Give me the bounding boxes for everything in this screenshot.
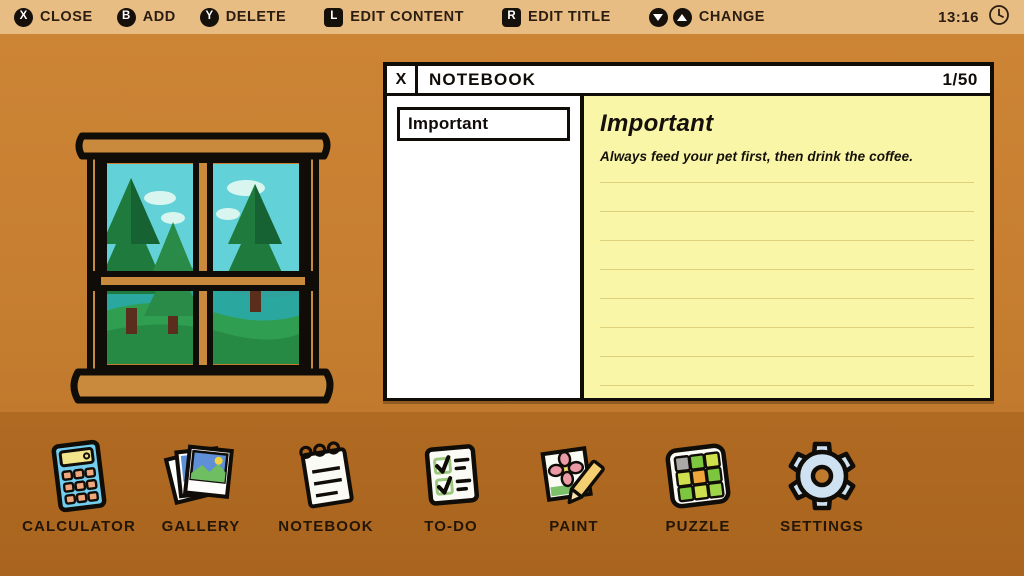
- window-view-illustration: [68, 126, 338, 416]
- ruled-line: [600, 299, 974, 328]
- hud-action-change-label: CHANGE: [698, 9, 766, 25]
- dock-label-todo: TO-DO: [424, 518, 478, 535]
- hud-action-close-label: CLOSE: [40, 9, 93, 25]
- hud-action-edit-title-label: EDIT TITLE: [528, 9, 611, 25]
- dock-item-paint[interactable]: PAINT: [509, 438, 639, 535]
- dock-item-notebook[interactable]: NOTEBOOK: [261, 438, 391, 535]
- dock-label-calculator: CALCULATOR: [22, 518, 136, 535]
- hud-action-add[interactable]: B ADD: [116, 7, 176, 27]
- dock-item-puzzle[interactable]: PUZZLE: [633, 438, 763, 535]
- button-x-icon: X: [14, 7, 33, 27]
- ruled-line: [600, 270, 974, 299]
- ruled-line: [600, 328, 974, 357]
- button-r-icon: R: [502, 7, 522, 27]
- notebook-titlebar: X NOTEBOOK 1/50: [387, 66, 990, 96]
- ruled-line: [600, 183, 974, 212]
- dock-label-notebook: NOTEBOOK: [278, 518, 374, 535]
- hud-action-edit-content-label: EDIT CONTENT: [350, 9, 465, 25]
- hud-bar: X CLOSE B ADD Y DELETE L EDIT CONTENT R …: [0, 0, 1024, 34]
- ruled-line: [600, 212, 974, 241]
- hud-action-add-label: ADD: [142, 9, 176, 25]
- notebook-page-content: Important Always feed your pet first, th…: [584, 96, 990, 169]
- hud-action-edit-title[interactable]: R EDIT TITLE: [502, 7, 611, 27]
- notebook-page[interactable]: Important Always feed your pet first, th…: [584, 96, 990, 398]
- dock-label-paint: PAINT: [549, 518, 599, 535]
- gallery-icon: [136, 438, 266, 514]
- dpad-icons: [648, 7, 692, 27]
- ruled-line: [600, 241, 974, 270]
- triangle-down-icon: [648, 7, 668, 27]
- dock-item-settings[interactable]: SETTINGS: [757, 438, 887, 535]
- paint-icon: [509, 438, 639, 514]
- button-l-icon: L: [324, 7, 344, 27]
- dock-item-gallery[interactable]: GALLERY: [136, 438, 266, 535]
- dock-item-calculator[interactable]: CALCULATOR: [14, 438, 144, 535]
- todo-icon: [386, 438, 516, 514]
- hud-action-delete-label: DELETE: [225, 9, 287, 25]
- hud-action-change[interactable]: CHANGE: [648, 7, 766, 27]
- notebook-window: X NOTEBOOK 1/50 Important Important Alwa…: [383, 62, 994, 401]
- button-y-icon: Y: [199, 7, 219, 27]
- app-dock: CALCULATOR GALLERY NOTEBOOK TO-DO PAINT …: [0, 438, 1024, 558]
- notebook-page-line: Always feed your pet first, then drink t…: [600, 149, 914, 164]
- notebook-body: Important Important Always feed your pet…: [387, 96, 990, 398]
- hud-action-edit-content[interactable]: L EDIT CONTENT: [324, 7, 465, 27]
- dock-label-gallery: GALLERY: [161, 518, 241, 535]
- puzzle-icon: [633, 438, 763, 514]
- notebook-close-button[interactable]: X: [387, 66, 418, 93]
- notebook-page-counter: 1/50: [942, 69, 978, 89]
- game-screen: X CLOSE B ADD Y DELETE L EDIT CONTENT R …: [0, 0, 1024, 576]
- notebook-page-title: Important: [600, 110, 714, 137]
- clock-icon: [988, 4, 1010, 31]
- button-b-icon: B: [116, 7, 136, 27]
- settings-gear-icon: [757, 438, 887, 514]
- notebook-window-title: NOTEBOOK: [429, 69, 537, 89]
- ruled-line: [600, 357, 974, 386]
- dock-label-puzzle: PUZZLE: [665, 518, 731, 535]
- dock-label-settings: SETTINGS: [780, 518, 864, 535]
- hud-action-delete[interactable]: Y DELETE: [199, 7, 287, 27]
- calculator-icon: [14, 438, 144, 514]
- notebook-entry-item[interactable]: Important: [397, 107, 570, 141]
- hud-clock-time: 13:16: [938, 8, 979, 26]
- hud-action-close[interactable]: X CLOSE: [14, 7, 93, 27]
- notebook-icon: [261, 438, 391, 514]
- notebook-ruled-lines: [600, 154, 974, 386]
- triangle-up-icon: [672, 7, 692, 27]
- notebook-entry-list: Important: [387, 96, 584, 398]
- dock-item-todo[interactable]: TO-DO: [386, 438, 516, 535]
